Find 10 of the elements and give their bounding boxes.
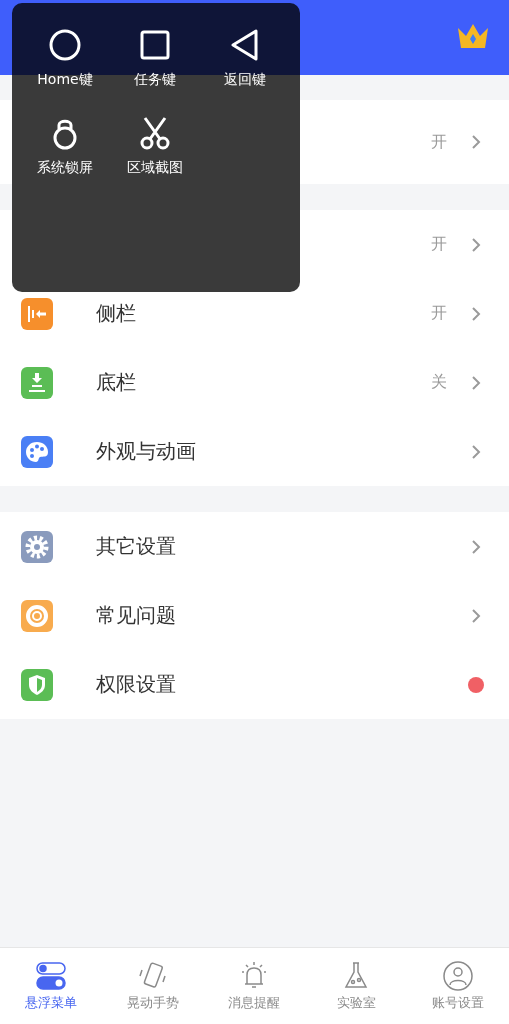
row-label: 侧栏 [96, 300, 137, 327]
row-label: 底栏 [96, 369, 137, 396]
row-label: 外观与动画 [96, 438, 197, 465]
status-value: 开 [431, 303, 447, 324]
status-value: 关 [431, 372, 447, 393]
row-label: 权限设置 [96, 671, 177, 698]
status-value: 开 [431, 234, 447, 255]
status-value: 开 [431, 131, 447, 153]
row-label: 常见问题 [96, 602, 177, 629]
row-label: 其它设置 [96, 533, 177, 560]
